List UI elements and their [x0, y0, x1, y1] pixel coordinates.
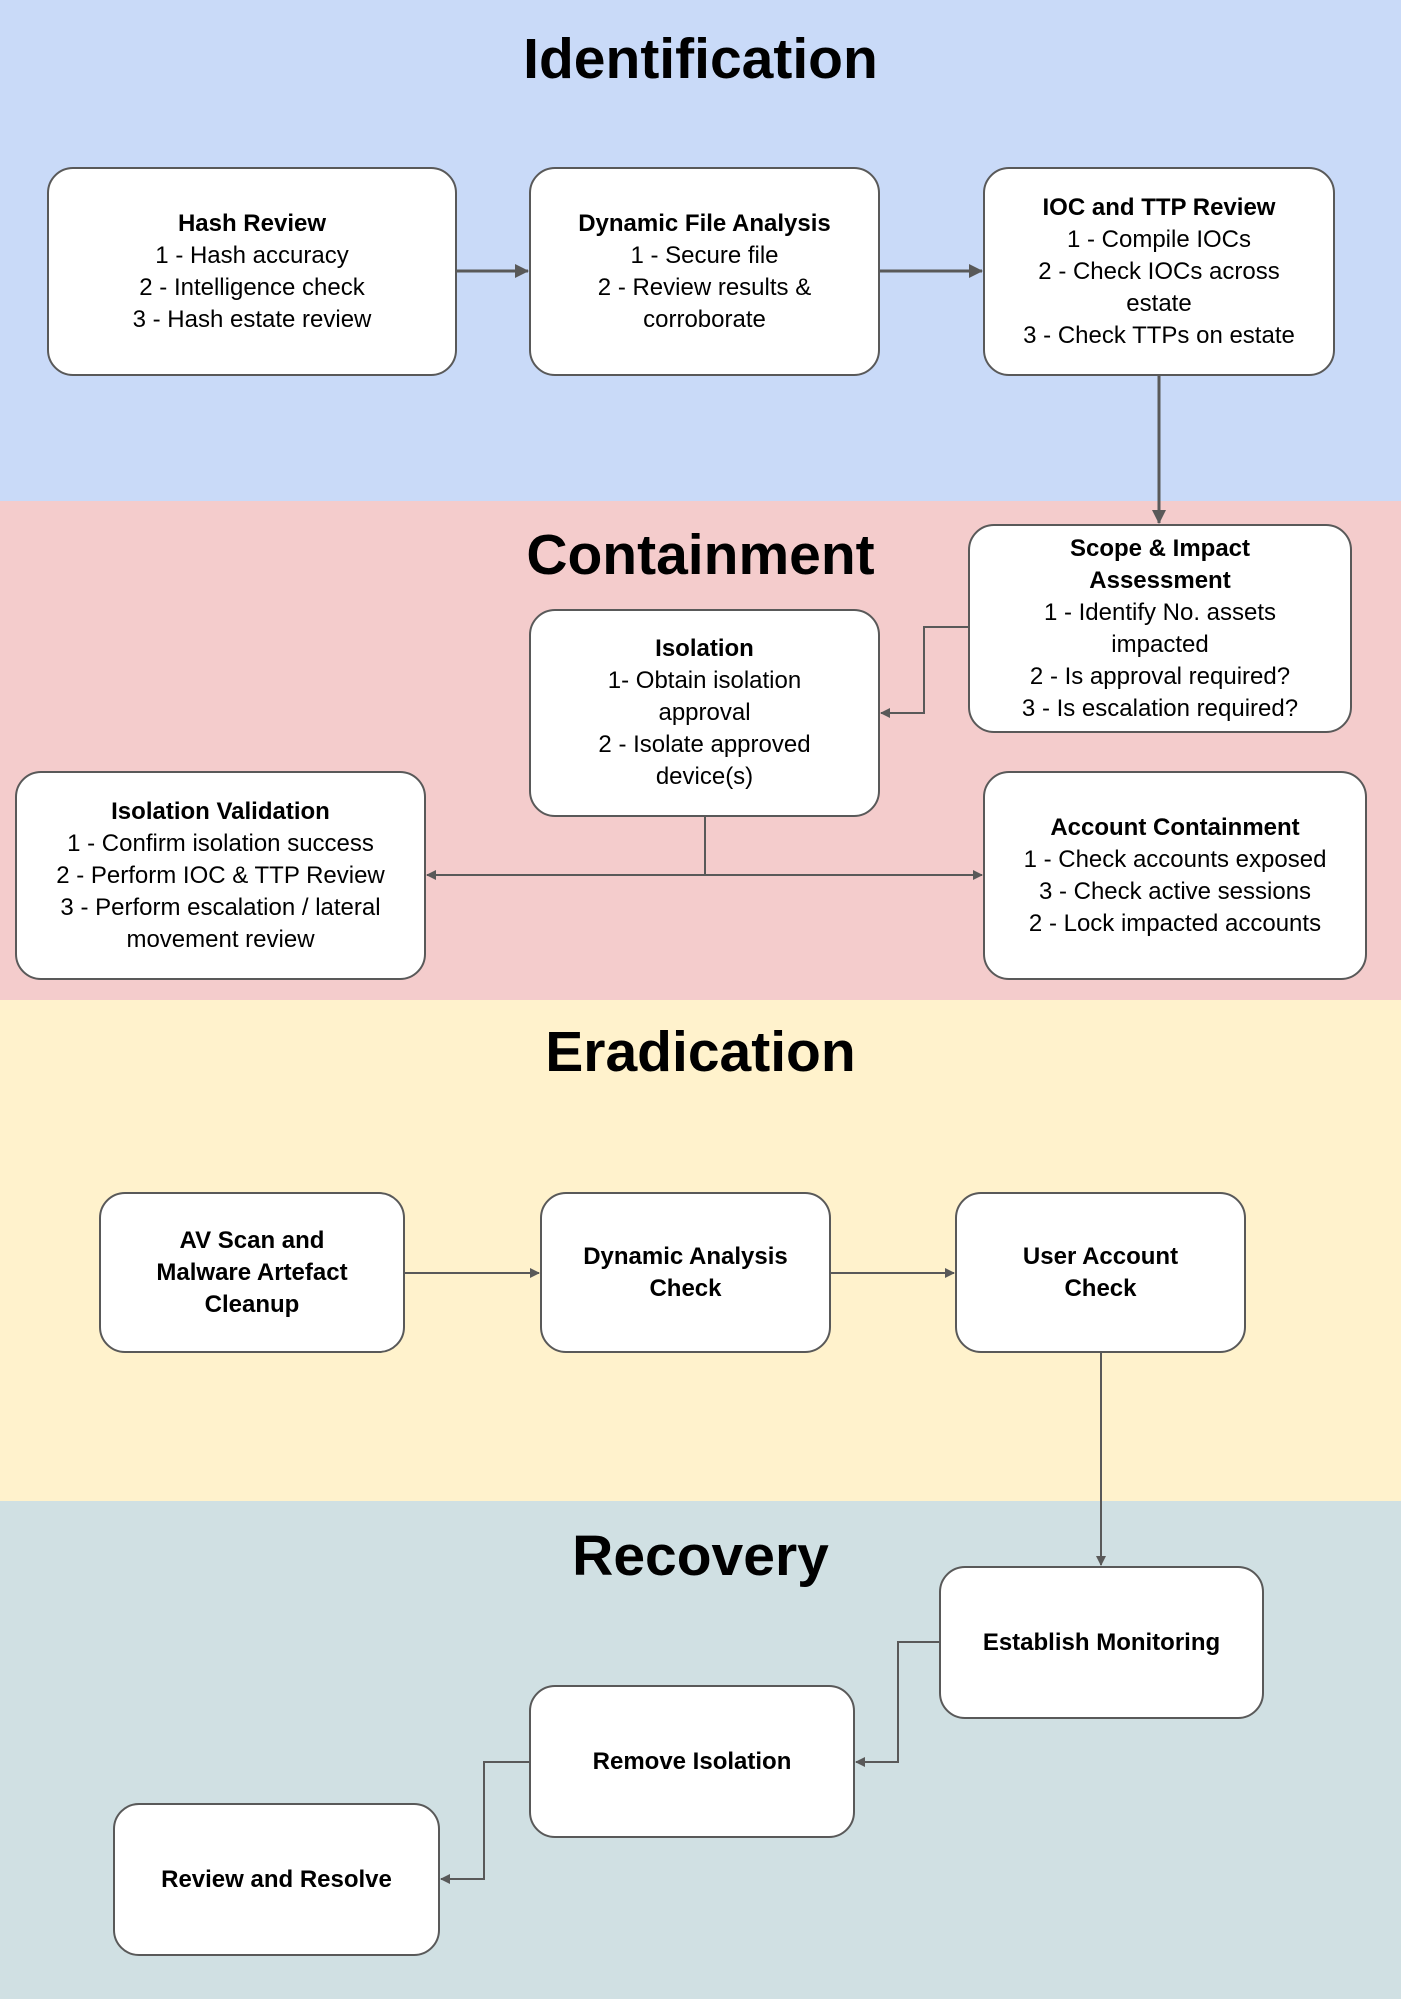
- box-title: Malware Artefact: [156, 1258, 348, 1286]
- box-line: 1 - Confirm isolation success: [67, 829, 374, 857]
- box-line: 2 - Isolate approved: [598, 731, 811, 758]
- box-title: Establish Monitoring: [982, 1628, 1221, 1656]
- av-scan-box: AV Scan and Malware Artefact Cleanup: [99, 1192, 405, 1353]
- hash-review-box: Hash Review 1 - Hash accuracy 2 - Intell…: [47, 167, 457, 376]
- box-title: Check: [649, 1274, 722, 1302]
- box-title: Review and Resolve: [161, 1865, 392, 1893]
- box-title: AV Scan and: [179, 1226, 325, 1254]
- isolation-box: Isolation 1- Obtain isolation approval 2…: [529, 609, 880, 817]
- box-title: User Account: [1022, 1242, 1179, 1270]
- box-line: device(s): [655, 763, 754, 790]
- box-line: impacted: [1111, 630, 1209, 658]
- box-title: Hash Review: [177, 209, 327, 237]
- isolation-validation-box: Isolation Validation 1 - Confirm isolati…: [15, 771, 426, 980]
- box-line: 1 - Check accounts exposed: [1023, 845, 1327, 873]
- box-line: movement review: [126, 925, 315, 953]
- box-line: 1- Obtain isolation: [607, 667, 802, 694]
- arrow-monitor-to-remove: [855, 1641, 939, 1767]
- remove-isolation-box: Remove Isolation: [529, 1685, 855, 1838]
- box-title: Dynamic Analysis: [583, 1242, 788, 1270]
- box-title: Dynamic File Analysis: [578, 209, 831, 237]
- box-line: 1 - Identify No. assets: [1043, 598, 1277, 626]
- box-line: 2 - Perform IOC & TTP Review: [56, 861, 385, 889]
- box-line: 3 - Check TTPs on estate: [1023, 321, 1295, 349]
- box-line: 3 - Perform escalation / lateral: [60, 893, 381, 921]
- box-line: 1 - Compile IOCs: [1066, 225, 1252, 253]
- box-title: Remove Isolation: [592, 1747, 792, 1775]
- box-title: Isolation Validation: [111, 797, 330, 825]
- box-title: Isolation: [655, 635, 754, 662]
- box-line: estate: [1126, 289, 1192, 317]
- box-line: 2 - Is approval required?: [1029, 662, 1291, 690]
- establish-monitoring-box: Establish Monitoring: [939, 1566, 1264, 1719]
- box-line: 3 - Hash estate review: [132, 305, 372, 333]
- account-containment-box: Account Containment 1 - Check accounts e…: [983, 771, 1367, 980]
- box-title: IOC and TTP Review: [1042, 193, 1276, 221]
- box-title: Check: [1064, 1274, 1137, 1302]
- box-line: corroborate: [643, 305, 766, 333]
- box-title: Cleanup: [204, 1290, 300, 1318]
- box-line: 2 - Lock impacted accounts: [1028, 909, 1322, 937]
- box-title: Account Containment: [1050, 813, 1300, 841]
- arrow-scope-to-isolation: [880, 626, 968, 718]
- scope-impact-box: Scope & Impact Assessment 1 - Identify N…: [968, 524, 1352, 733]
- dynamic-file-analysis-box: Dynamic File Analysis 1 - Secure file 2 …: [529, 167, 880, 376]
- review-resolve-box: Review and Resolve: [113, 1803, 440, 1956]
- box-line: 2 - Review results &: [597, 273, 812, 301]
- dynamic-analysis-check-box: Dynamic Analysis Check: [540, 1192, 831, 1353]
- box-line: approval: [658, 699, 751, 726]
- box-line: 3 - Is escalation required?: [1021, 694, 1299, 722]
- box-line: 2 - Intelligence check: [139, 273, 365, 301]
- box-line: 3 - Check active sessions: [1038, 877, 1312, 905]
- box-line: 1 - Secure file: [630, 241, 779, 269]
- box-line: 1 - Hash accuracy: [155, 241, 349, 269]
- box-title: Assessment: [1089, 566, 1231, 594]
- ioc-ttp-review-box: IOC and TTP Review 1 - Compile IOCs 2 - …: [983, 167, 1335, 376]
- box-line: 2 - Check IOCs across: [1038, 257, 1280, 285]
- user-account-check-box: User Account Check: [955, 1192, 1246, 1353]
- arrow-remove-to-review: [440, 1761, 529, 1884]
- box-title: Scope & Impact: [1069, 534, 1251, 562]
